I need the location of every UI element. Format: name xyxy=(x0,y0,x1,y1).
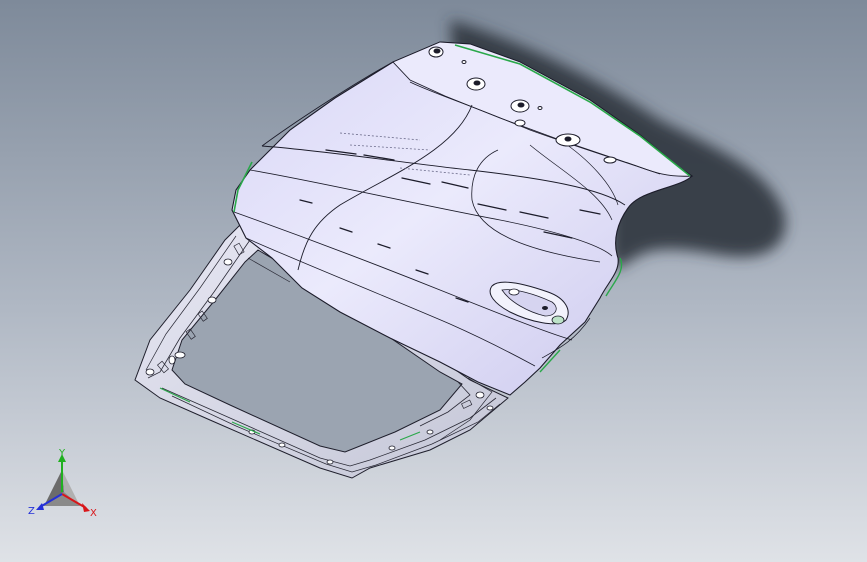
graphics-viewport[interactable]: Y X Z xyxy=(0,0,867,562)
z-axis-label: Z xyxy=(28,506,35,517)
x-axis-label: X xyxy=(90,508,97,519)
y-axis-label: Y xyxy=(58,448,66,459)
model-canvas[interactable]: Y X Z xyxy=(0,0,867,562)
